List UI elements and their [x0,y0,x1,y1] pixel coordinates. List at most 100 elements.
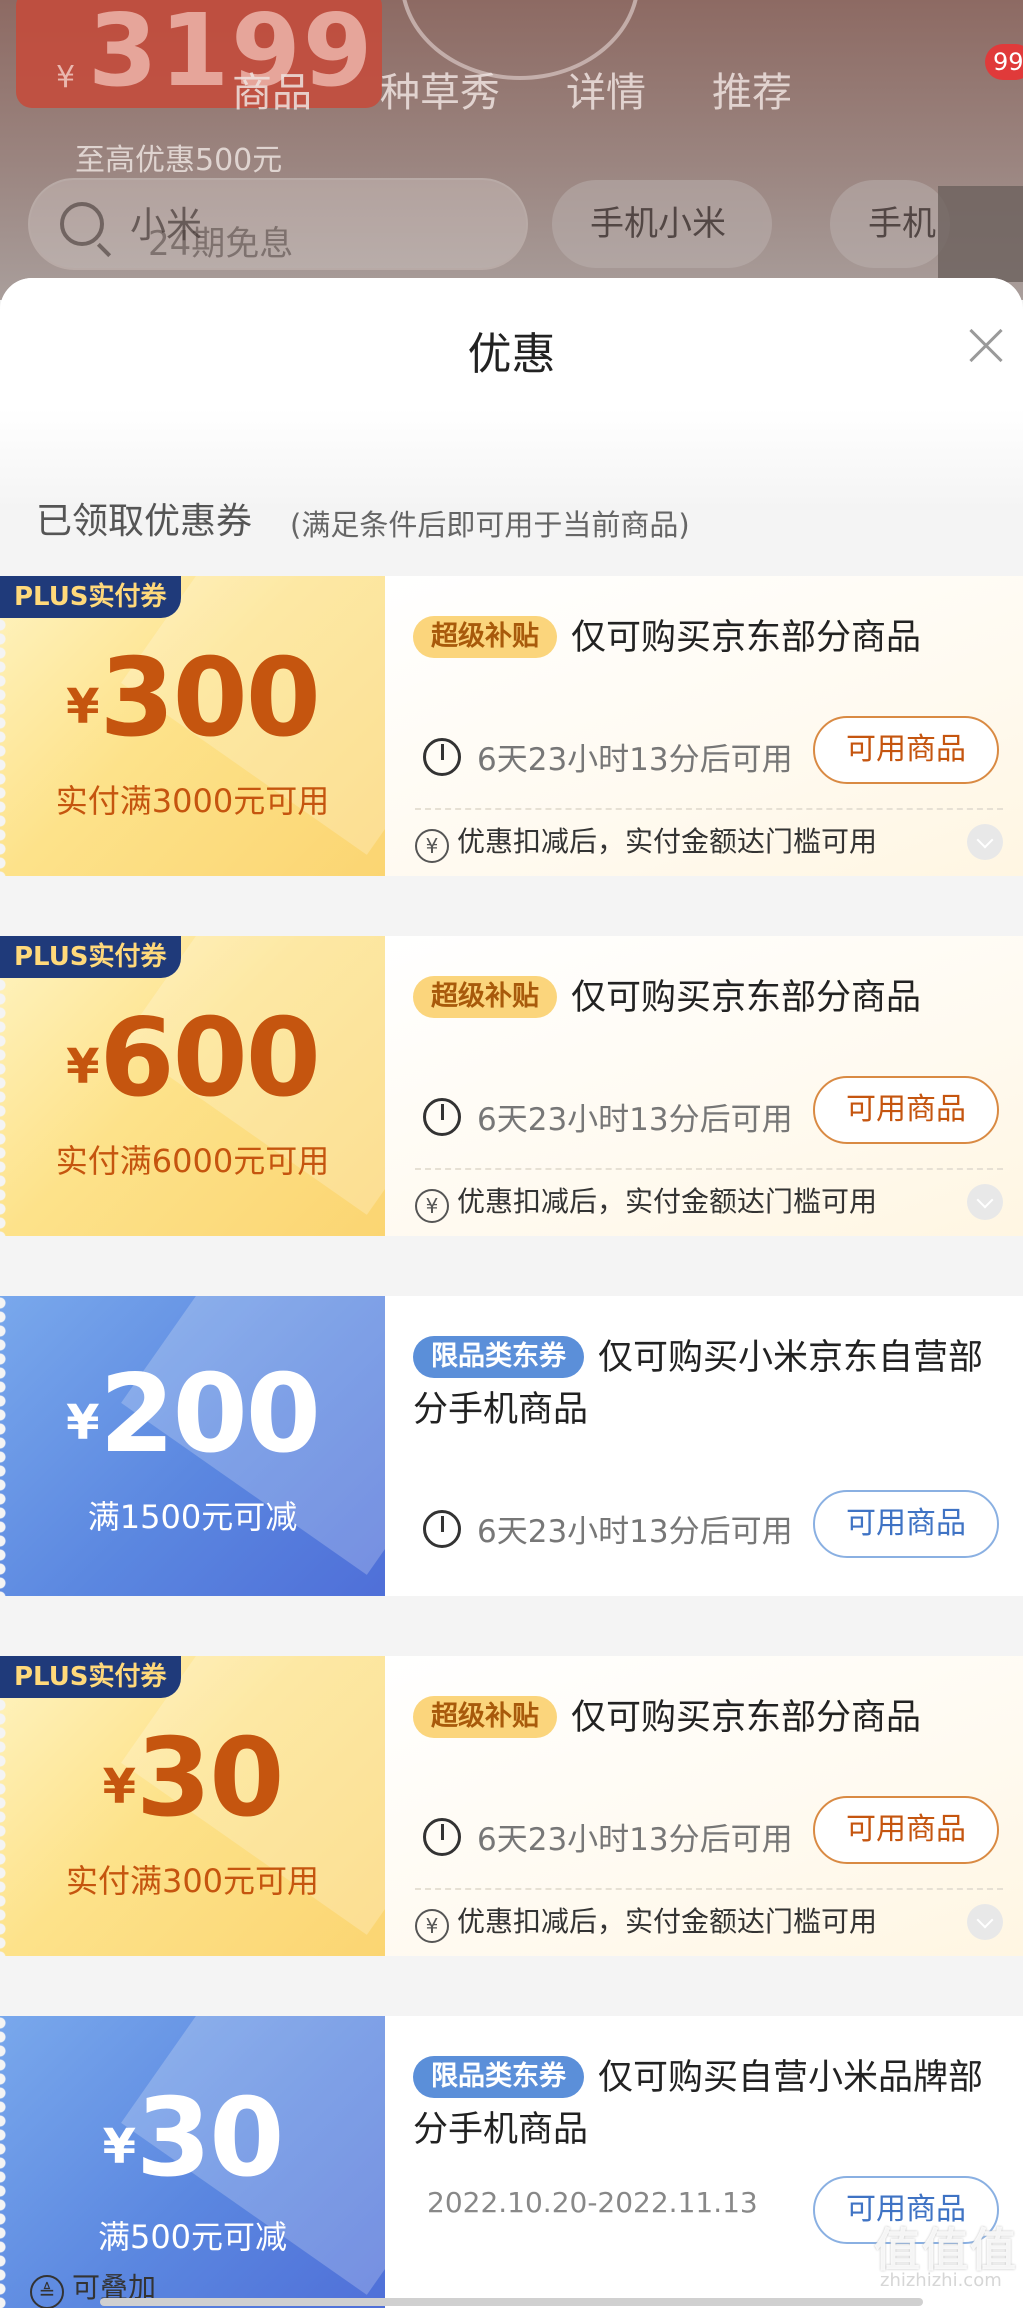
coupon-info-panel: 超级补贴 仅可购买京东部分商品 6天23小时13分后可用 可用商品 ¥ 优惠扣减后，… [385,936,1023,1236]
coupon-card: PLUS实付券 ¥600 实付满6000元可用 超级补贴 仅可购买京东部分商品 6… [0,936,1023,1236]
coupon-desc-text: 仅可购买京东部分商品 [571,1698,922,1738]
coupon-condition: 满500元可减 [97,2218,288,2256]
coupon-description: 超级补贴 仅可购买京东部分商品 [413,612,1003,664]
available-products-button[interactable]: 可用商品 [813,716,999,784]
nav-tab-details[interactable]: 详情 [566,60,646,118]
timer-text: 6天23小时13分后可用 [477,1514,793,1550]
coupon-card: PLUS实付券 ¥300 实付满3000元可用 超级补贴 仅可购买京东部分商品 6… [0,576,1023,876]
background-product-page: ¥ 3199 商品 种草秀 详情 推荐 99 至高优惠500元 小米 24期免息… [0,0,1023,300]
coupon-amount: ¥300 [0,636,385,761]
coupon-note-text: 优惠扣减后，实付金额达门槛可用 [457,1905,878,1938]
home-indicator [100,2298,923,2306]
available-products-button[interactable]: 可用商品 [813,1076,999,1144]
clock-icon [423,1510,461,1548]
close-icon[interactable] [964,324,1008,368]
coupon-type-pill: 限品类东券 [413,2056,584,2098]
coupon-timer: 6天23小时13分后可用 [423,1094,793,1139]
nav-tab-product[interactable]: 商品 [232,60,312,118]
yen-icon: ¥ [415,1909,449,1943]
timer-text: 6天23小时13分后可用 [477,1102,793,1138]
timer-text: 6天23小时13分后可用 [477,742,793,778]
coupon-timer: 6天23小时13分后可用 [423,734,793,779]
coupon-info-panel: 超级补贴 仅可购买京东部分商品 6天23小时13分后可用 可用商品 ¥ 优惠扣减后，… [385,576,1023,876]
coupon-amount: ¥200 [0,1352,385,1477]
search-bar[interactable]: 小米 24期免息 [28,178,528,270]
coupon-condition: 实付满300元可用 [65,1862,320,1900]
coupon-condition: 实付满3000元可用 [55,782,330,820]
timer-text: 6天23小时13分后可用 [477,1822,793,1858]
max-discount-text: 至高优惠500元 [75,143,283,178]
coupon-note: ¥ 优惠扣减后，实付金额达门槛可用 [415,808,1003,864]
nav-tab-showcase[interactable]: 种草秀 [380,60,500,118]
page: ¥ 3199 商品 种草秀 详情 推荐 99 至高优惠500元 小米 24期免息… [0,0,1023,2308]
coupon-condition: 满1500元可减 [87,1498,298,1536]
clock-icon [423,1818,461,1856]
plus-tag: PLUS实付券 [0,576,181,618]
coupon-value-panel: ¥30 满500元可减 [0,2016,385,2308]
coupon-description: 限品类东券 仅可购买自营小米品牌部分手机商品 [413,2052,1003,2156]
coupon-value-panel: ¥200 满1500元可减 [0,1296,385,1596]
stack-icon: ≜ [30,2275,64,2308]
chevron-down-icon[interactable] [967,824,1003,860]
coupon-info-panel: 限品类东券 仅可购买小米京东自营部分手机商品 6天23小时13分后可用 可用商品 [385,1296,1023,1596]
coupon-type-pill: 超级补贴 [413,976,557,1018]
coupon-desc-text: 仅可购买京东部分商品 [571,978,922,1018]
sheet-header: 优惠 [0,278,1023,408]
watermark-url: zhizhizhi.com [880,2270,1002,2291]
coupon-info-panel: 超级补贴 仅可购买京东部分商品 6天23小时13分后可用 可用商品 ¥ 优惠扣减后，… [385,1656,1023,1956]
amount-value: 600 [99,996,320,1121]
coupon-sheet: 优惠 已领取优惠券 (满足条件后即可用于当前商品) PLUS实付券 ¥300 实… [0,278,1023,2308]
sheet-title: 优惠 [467,329,556,380]
coupon-value-panel: PLUS实付券 ¥300 实付满3000元可用 [0,576,385,876]
section-note: (满足条件后即可用于当前商品) [290,508,690,542]
store-logo [938,186,1023,282]
coupon-description: 限品类东券 仅可购买小米京东自营部分手机商品 [413,1332,1003,1436]
coupon-note: ¥ 优惠扣减后，实付金额达门槛可用 [415,1888,1003,1944]
coupon-amount: ¥600 [0,996,385,1121]
currency-symbol: ¥ [102,2119,137,2175]
currency-symbol: ¥ [66,679,100,735]
amount-value: 30 [136,1716,284,1841]
plus-tag: PLUS实付券 [0,936,181,978]
chevron-down-icon[interactable] [967,1184,1003,1220]
coupon-card: ¥200 满1500元可减 限品类东券 仅可购买小米京东自营部分手机商品 6天23… [0,1296,1023,1596]
cart-badge: 99 [985,44,1023,80]
coupon-timer: 6天23小时13分后可用 [423,1506,793,1551]
coupon-description: 超级补贴 仅可购买京东部分商品 [413,1692,1003,1744]
currency-symbol: ¥ [102,1759,137,1815]
coupon-value-panel: PLUS实付券 ¥600 实付满6000元可用 [0,936,385,1236]
nav-tab-recommend[interactable]: 推荐 [712,60,792,118]
coupon-desc-text: 仅可购买京东部分商品 [571,618,922,658]
coupon-amount: ¥30 [0,1716,385,1841]
coupon-timer: 6天23小时13分后可用 [423,1814,793,1859]
section-title: 已领取优惠券 [36,501,253,542]
coupon-note-text: 优惠扣减后，实付金额达门槛可用 [457,825,878,858]
coupon-description: 超级补贴 仅可购买京东部分商品 [413,972,1003,1024]
coupon-note-text: 优惠扣减后，实付金额达门槛可用 [457,1185,878,1218]
price-currency: ¥ [56,60,76,95]
amount-value: 200 [99,1352,320,1477]
yen-icon: ¥ [415,1189,449,1223]
coupon-type-pill: 限品类东券 [413,1336,584,1378]
coupon-amount: ¥30 [0,2076,385,2201]
yen-icon: ¥ [415,829,449,863]
search-chip[interactable]: 手机 [830,180,950,268]
search-chip[interactable]: 手机小米 [552,180,772,268]
coupon-type-pill: 超级补贴 [413,616,557,658]
coupon-condition: 实付满6000元可用 [55,1142,330,1180]
chevron-down-icon[interactable] [967,1904,1003,1940]
clock-icon [423,1098,461,1136]
coupon-card: ¥30 满500元可减 限品类东券 仅可购买自营小米品牌部分手机商品 2022.1… [0,2016,1023,2308]
available-products-button[interactable]: 可用商品 [813,1490,999,1558]
coupon-note: ¥ 优惠扣减后，实付金额达门槛可用 [415,1168,1003,1224]
clock-icon [423,738,461,776]
currency-symbol: ¥ [66,1039,100,1095]
section-header: 已领取优惠券 (满足条件后即可用于当前商品) [0,408,1023,578]
currency-symbol: ¥ [66,1395,100,1451]
amount-value: 300 [99,636,320,761]
search-icon [60,202,104,246]
amount-value: 30 [136,2076,284,2201]
installment-text: 24期免息 [148,224,294,264]
plus-tag: PLUS实付券 [0,1656,181,1698]
available-products-button[interactable]: 可用商品 [813,1796,999,1864]
